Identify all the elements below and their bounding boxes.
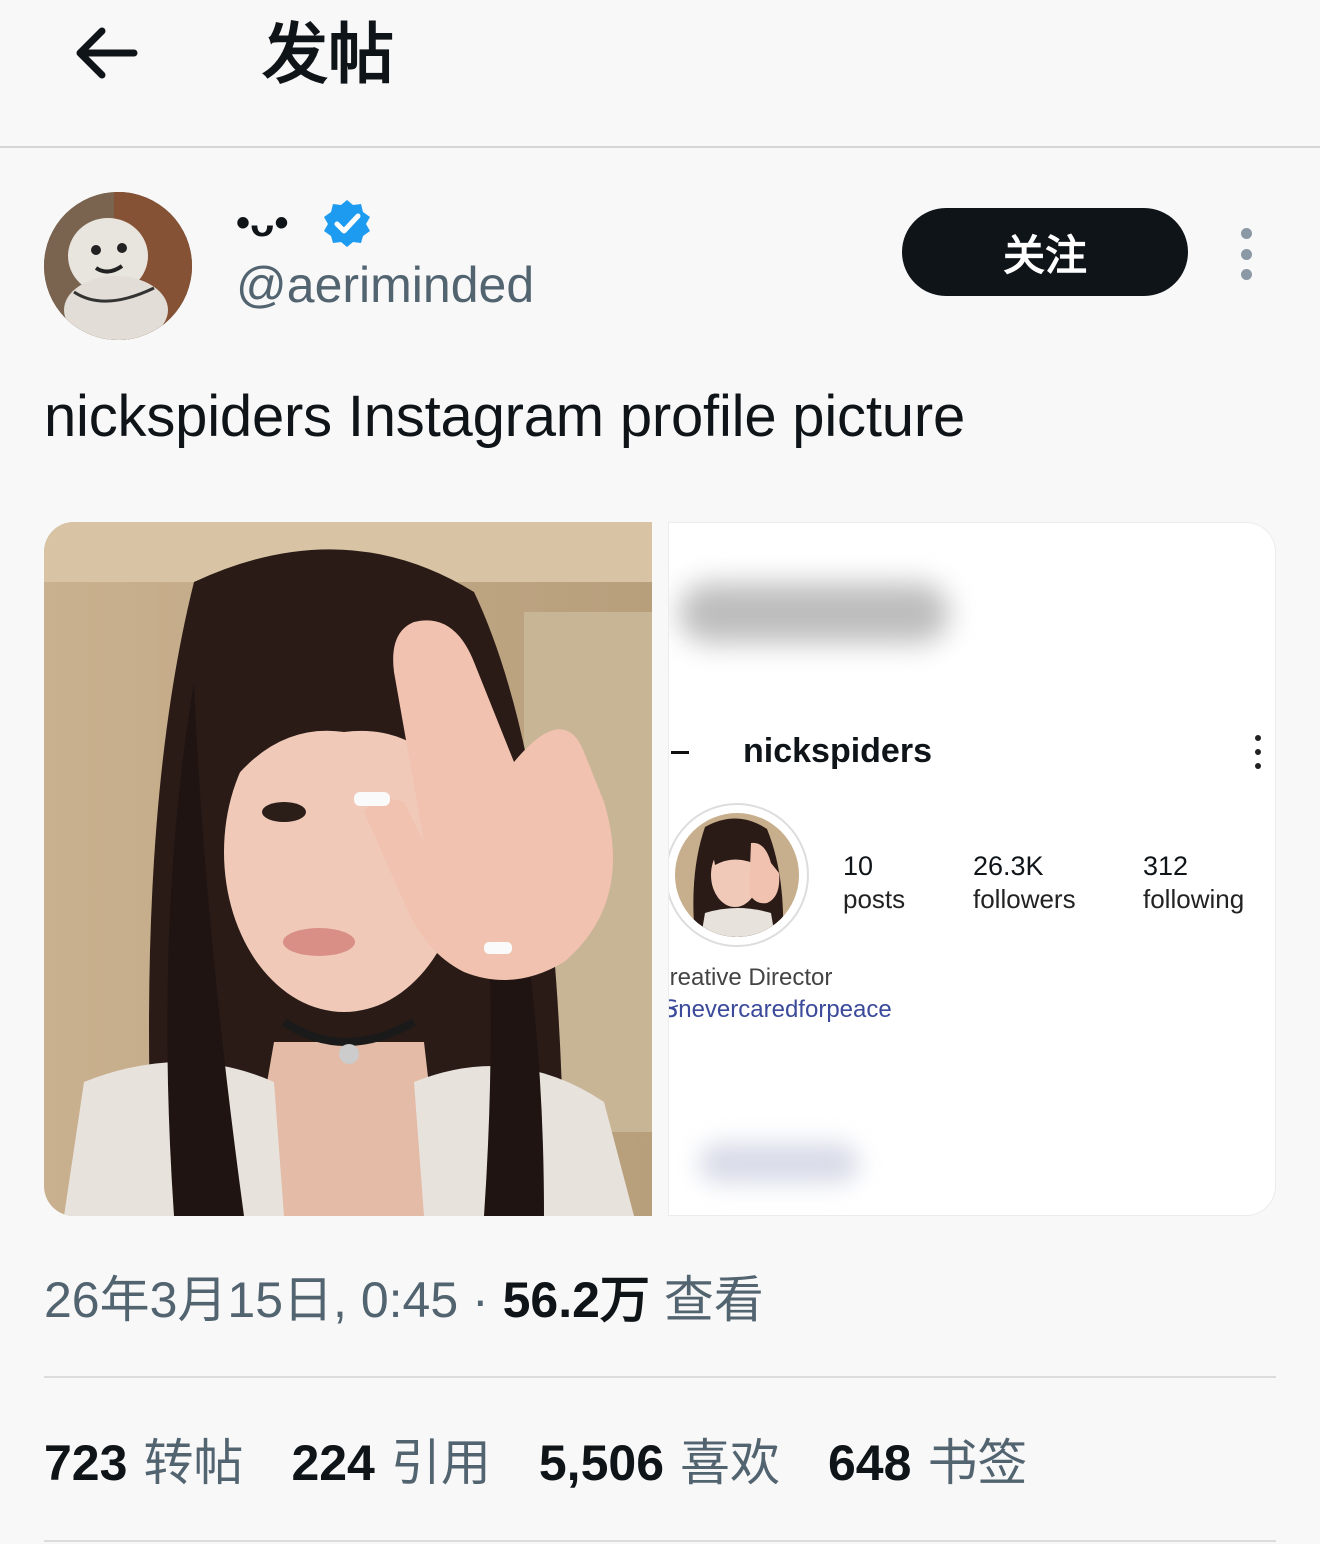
ig-bio-line: :reative Director xyxy=(668,964,833,991)
more-options-button[interactable] xyxy=(1226,222,1266,286)
ig-more-icon xyxy=(1255,735,1263,769)
meta-divider xyxy=(44,1376,1276,1378)
media-instagram-screenshot[interactable]: nickspiders 10 posts 26.3K followers 312… xyxy=(668,522,1276,1216)
likes-stat[interactable]: 5,506 喜欢 xyxy=(539,1430,780,1496)
view-label: 查看 xyxy=(663,1272,764,1328)
author-display-name[interactable]: •ᴗ• xyxy=(236,198,288,248)
media-photo-left[interactable] xyxy=(44,522,652,1216)
ig-stat-followers: 26.3K followers xyxy=(973,851,1076,914)
ig-stat-posts: 10 posts xyxy=(843,851,906,914)
blurred-area xyxy=(699,1143,859,1183)
retweets-stat[interactable]: 723 转帖 xyxy=(44,1430,243,1496)
author-avatar[interactable] xyxy=(44,192,192,340)
header-divider xyxy=(0,146,1320,148)
tweet-text: nickspiders Instagram profile picture xyxy=(44,384,965,449)
page-title: 发帖 xyxy=(262,17,394,91)
ig-back-icon xyxy=(671,751,689,754)
blurred-area xyxy=(679,583,949,643)
ig-avatar xyxy=(675,813,799,937)
arrow-left-icon xyxy=(76,27,138,79)
author-handle[interactable]: @aeriminded xyxy=(236,254,534,316)
back-button[interactable] xyxy=(60,18,150,88)
bookmarks-stat[interactable]: 648 书签 xyxy=(828,1430,1027,1496)
view-count: 56.2万 xyxy=(502,1272,650,1328)
ig-username: nickspiders xyxy=(743,732,932,770)
engagement-stats: 723 转帖 224 引用 5,506 喜欢 648 书签 xyxy=(44,1430,1027,1496)
quotes-stat[interactable]: 224 引用 xyxy=(291,1430,490,1496)
tweet-datetime: 26年3月15日, 0:45 · xyxy=(44,1272,503,1328)
verified-badge-icon xyxy=(322,198,372,248)
more-vertical-icon xyxy=(1240,228,1252,239)
follow-button[interactable]: 关注 xyxy=(902,208,1188,296)
stats-divider xyxy=(44,1540,1276,1542)
ig-stat-following: 312 following xyxy=(1143,851,1245,914)
tweet-meta: 26年3月15日, 0:45 · 56.2万 查看 xyxy=(44,1268,764,1332)
ig-bio-link: Ꞩnevercaredforpeace xyxy=(668,996,892,1023)
